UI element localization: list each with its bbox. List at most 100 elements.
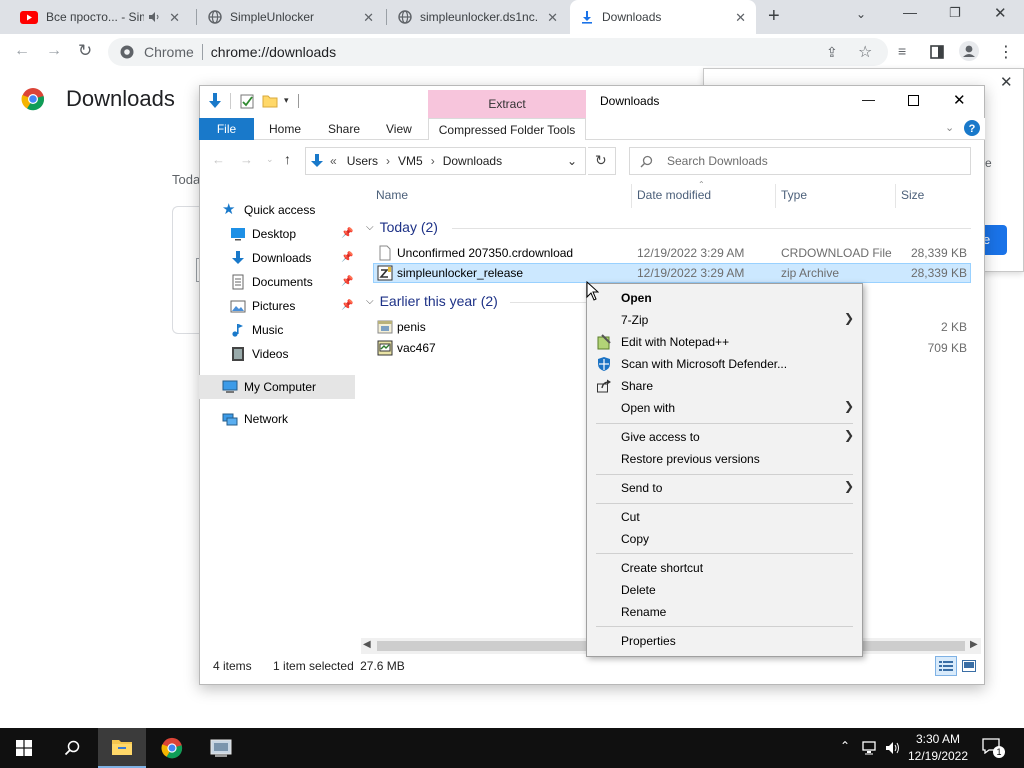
ribbon-tab-compressed-folder-tools[interactable]: Compressed Folder Tools bbox=[428, 118, 586, 140]
menu-item-properties[interactable]: Properties bbox=[621, 634, 676, 648]
start-button[interactable] bbox=[0, 728, 48, 768]
column-header-date-modified[interactable]: Date modified bbox=[637, 188, 711, 202]
nav-item-music[interactable]: Music bbox=[230, 319, 283, 341]
menu-item-delete[interactable]: Delete bbox=[621, 583, 656, 597]
column-divider[interactable] bbox=[895, 184, 896, 208]
file-row-selected[interactable]: simpleunlocker_release 12/19/2022 3:29 A… bbox=[373, 263, 971, 283]
menu-item-give-access[interactable]: Give access to bbox=[621, 430, 700, 444]
reload-icon[interactable]: ↻ bbox=[78, 41, 92, 61]
breadcrumb-chevron-icon[interactable]: › bbox=[386, 154, 390, 168]
action-center-button[interactable]: 1 bbox=[982, 738, 1005, 758]
breadcrumb-downloads[interactable]: Downloads bbox=[443, 154, 502, 168]
close-icon[interactable]: ✕ bbox=[1000, 73, 1013, 91]
menu-item-open-with[interactable]: Open with bbox=[621, 401, 675, 415]
breadcrumb-users[interactable]: Users bbox=[347, 154, 378, 168]
ribbon-expand-icon[interactable]: ⌄ bbox=[945, 121, 954, 134]
maximize-icon[interactable] bbox=[908, 95, 919, 106]
side-panel-icon[interactable] bbox=[930, 45, 944, 59]
restore-icon[interactable]: ❐ bbox=[949, 5, 961, 21]
group-header-earlier-this-year[interactable]: ⌵ Earlier this year (2) bbox=[366, 293, 498, 309]
menu-item-rename[interactable]: Rename bbox=[621, 605, 666, 619]
nav-item-desktop[interactable]: Desktop bbox=[230, 223, 296, 245]
column-divider[interactable] bbox=[775, 184, 776, 208]
forward-icon[interactable]: → bbox=[240, 152, 253, 167]
column-header-size[interactable]: Size bbox=[901, 188, 924, 202]
close-window-icon[interactable]: ✕ bbox=[953, 91, 966, 109]
menu-item-edit-notepadpp[interactable]: Edit with Notepad++ bbox=[621, 335, 729, 349]
nav-item-videos[interactable]: Videos bbox=[230, 343, 288, 365]
menu-item-create-shortcut[interactable]: Create shortcut bbox=[621, 561, 703, 575]
pin-icon[interactable]: 📌 bbox=[341, 228, 353, 239]
tab-simpleunlocker-site[interactable]: simpleunlocker.ds1nc. ✕ bbox=[388, 0, 568, 34]
taskbar-chrome[interactable] bbox=[148, 728, 196, 768]
close-icon[interactable]: ✕ bbox=[169, 10, 180, 26]
tab-downloads[interactable]: Downloads ✕ bbox=[570, 0, 756, 34]
address-history-dropdown-icon[interactable]: ⌄ bbox=[567, 154, 577, 168]
tab-youtube[interactable]: Все просто... - Sim ✕ bbox=[10, 0, 190, 34]
details-view-button[interactable] bbox=[935, 656, 957, 676]
help-icon[interactable]: ? bbox=[964, 120, 980, 136]
address-bar[interactable]: « Users › VM5 › Downloads ⌄ bbox=[305, 147, 586, 175]
nav-item-downloads[interactable]: Downloads bbox=[230, 247, 311, 269]
menu-item-cut[interactable]: Cut bbox=[621, 510, 640, 524]
nav-item-network[interactable]: Network bbox=[222, 408, 288, 430]
menu-item-scan-defender[interactable]: Scan with Microsoft Defender... bbox=[621, 357, 787, 371]
volume-icon[interactable] bbox=[885, 741, 901, 755]
refresh-button[interactable]: ↻ bbox=[588, 147, 616, 175]
nav-quick-access[interactable]: ★ Quick access bbox=[222, 199, 315, 221]
properties-check-icon[interactable] bbox=[240, 93, 255, 109]
nav-item-documents[interactable]: Documents bbox=[230, 271, 313, 293]
back-icon[interactable]: ← bbox=[212, 152, 225, 167]
menu-item-open[interactable]: Open bbox=[621, 291, 652, 305]
file-row[interactable]: Unconfirmed 207350.crdownload 12/19/2022… bbox=[373, 243, 971, 263]
column-divider[interactable] bbox=[631, 184, 632, 208]
tab-search-icon[interactable]: ⌄ bbox=[856, 7, 866, 21]
scroll-left-icon[interactable]: ◀ bbox=[363, 639, 371, 650]
show-hidden-icons-icon[interactable]: ⌃ bbox=[840, 739, 850, 753]
minimize-icon[interactable]: — bbox=[862, 92, 875, 107]
close-icon[interactable]: ✕ bbox=[547, 10, 558, 26]
taskbar-file-explorer[interactable] bbox=[98, 728, 146, 768]
back-icon[interactable]: ← bbox=[14, 42, 30, 60]
menu-item-restore-previous-versions[interactable]: Restore previous versions bbox=[621, 452, 760, 466]
taskbar-search-button[interactable] bbox=[48, 728, 96, 768]
large-icons-view-button[interactable] bbox=[958, 656, 980, 676]
ribbon-contextual-tab-extract[interactable]: Extract bbox=[428, 90, 586, 118]
ribbon-tab-view[interactable]: View bbox=[386, 118, 412, 140]
omnibox-url[interactable]: chrome://downloads bbox=[211, 44, 336, 60]
breadcrumb-chevron-icon[interactable]: › bbox=[431, 154, 435, 168]
omnibox[interactable]: Chrome chrome://downloads bbox=[108, 38, 888, 66]
ribbon-tab-home[interactable]: Home bbox=[269, 118, 301, 140]
breadcrumb-vm5[interactable]: VM5 bbox=[398, 154, 423, 168]
nav-item-pictures[interactable]: Pictures bbox=[230, 295, 295, 317]
up-icon[interactable]: ↑ bbox=[284, 151, 291, 167]
taskbar-app[interactable] bbox=[197, 728, 245, 768]
ribbon-tab-share[interactable]: Share bbox=[328, 118, 360, 140]
recent-locations-icon[interactable]: ⌄ bbox=[266, 154, 274, 165]
menu-item-share[interactable]: Share bbox=[621, 379, 653, 393]
ribbon-tab-file[interactable]: File bbox=[199, 118, 254, 140]
menu-item-7zip[interactable]: 7-Zip bbox=[621, 313, 648, 327]
tab-simpleunlocker[interactable]: SimpleUnlocker ✕ bbox=[198, 0, 384, 34]
media-queue-icon[interactable]: ≡ bbox=[898, 43, 906, 59]
menu-kebab-icon[interactable]: ⋮ bbox=[998, 42, 1014, 62]
pin-icon[interactable]: 📌 bbox=[341, 276, 353, 287]
column-header-name[interactable]: Name bbox=[376, 188, 408, 202]
breadcrumb-overflow[interactable]: « bbox=[330, 154, 337, 168]
share-page-icon[interactable]: ⇪ bbox=[826, 44, 838, 61]
profile-avatar-icon[interactable] bbox=[959, 41, 979, 61]
menu-item-copy[interactable]: Copy bbox=[621, 532, 649, 546]
new-tab-button[interactable]: + bbox=[768, 5, 780, 28]
close-icon[interactable]: ✕ bbox=[363, 10, 374, 26]
bookmark-star-icon[interactable]: ☆ bbox=[858, 42, 872, 62]
network-status-icon[interactable] bbox=[862, 741, 878, 755]
scroll-right-icon[interactable]: ▶ bbox=[970, 639, 978, 650]
qat-customize-icon[interactable]: ▾ bbox=[284, 95, 289, 106]
pin-icon[interactable]: 📌 bbox=[341, 252, 353, 263]
group-header-today[interactable]: ⌵ Today (2) bbox=[366, 219, 438, 235]
minimize-icon[interactable]: — bbox=[903, 4, 917, 20]
close-icon[interactable]: ✕ bbox=[735, 10, 746, 26]
pin-icon[interactable]: 📌 bbox=[341, 300, 353, 311]
close-window-icon[interactable]: ✕ bbox=[994, 4, 1007, 22]
forward-icon[interactable]: → bbox=[46, 42, 62, 60]
